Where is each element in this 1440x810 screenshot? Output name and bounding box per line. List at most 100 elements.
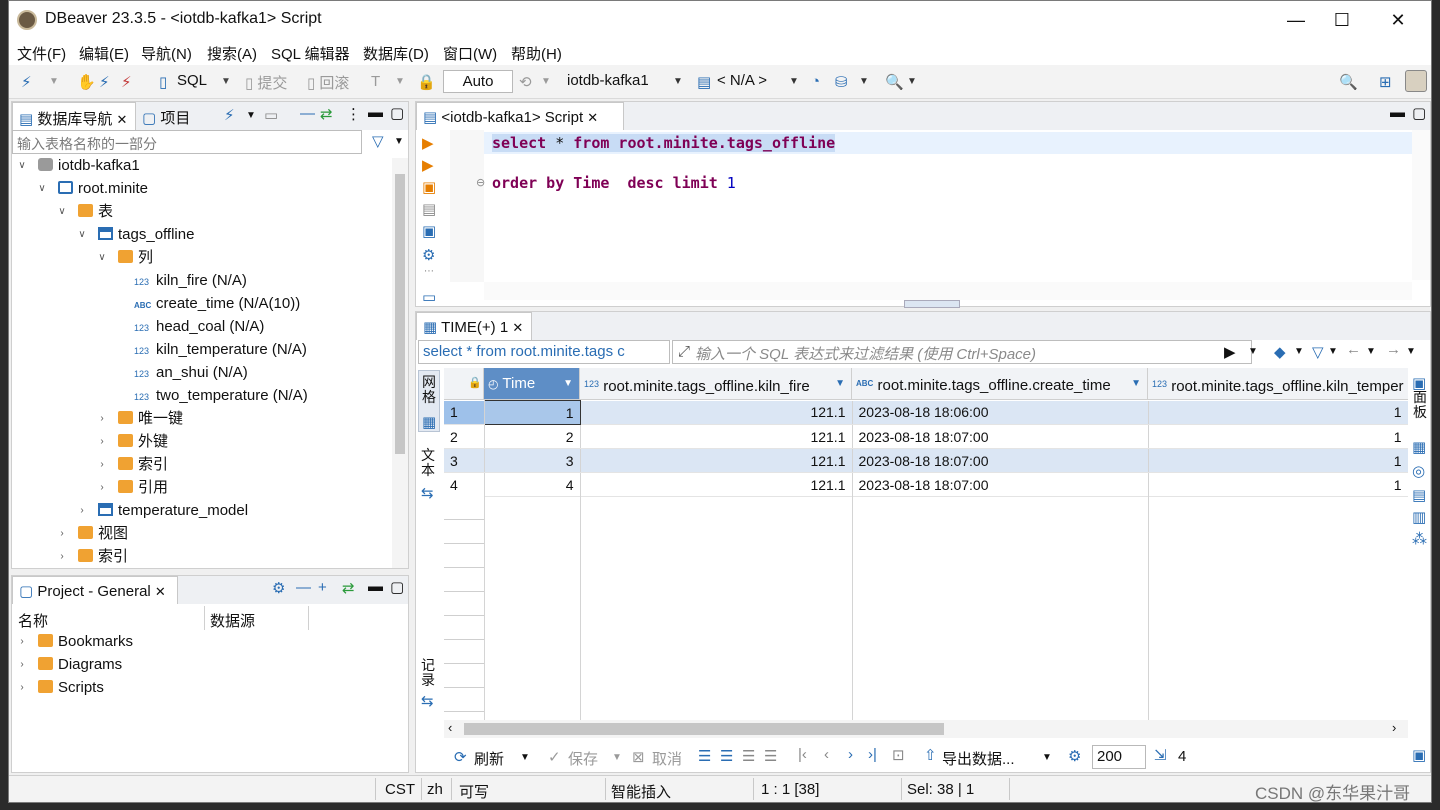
console-icon[interactable]: ▣ xyxy=(422,222,436,240)
expand-icon[interactable]: ∨ xyxy=(76,223,88,246)
column-header-time[interactable]: ◴ Time ▼ xyxy=(484,368,580,400)
maximize-view-icon[interactable]: ▢ xyxy=(390,578,404,596)
chevron-down-icon[interactable]: ▼ xyxy=(520,752,530,763)
cell-kiln-temperature[interactable]: 1 xyxy=(1148,424,1408,449)
tree-node-column[interactable]: 123 an_shui (N/A) xyxy=(134,361,248,384)
maximize-view-icon[interactable]: ▢ xyxy=(390,104,404,122)
search-icon[interactable]: 🔍 xyxy=(1339,73,1358,91)
menu-window[interactable]: 窗口(W) xyxy=(443,43,497,64)
view-record-tab[interactable]: 记录 xyxy=(421,658,435,688)
last-page-icon[interactable]: ›| xyxy=(868,746,877,763)
table-row[interactable]: 4 4 121.1 2023-08-18 18:07:00 1 xyxy=(444,472,1408,497)
row-number[interactable]: 2 xyxy=(444,424,485,449)
link-editor-icon[interactable]: ⇄ xyxy=(320,105,333,123)
next-page-icon[interactable]: › xyxy=(848,746,853,763)
expand-icon[interactable]: › xyxy=(56,522,68,545)
expand-icon[interactable]: › xyxy=(16,653,28,676)
cell-create-time[interactable]: 2023-08-18 18:07:00 xyxy=(852,448,1149,473)
new-connection-icon[interactable]: ⚡ xyxy=(21,73,32,91)
table-row[interactable]: 3 3 121.1 2023-08-18 18:07:00 1 xyxy=(444,448,1408,473)
chevron-down-icon[interactable]: ▼ xyxy=(49,76,59,87)
panel-toggle-icon[interactable]: ▭ xyxy=(422,288,436,306)
export-data-button[interactable]: 导出数据... xyxy=(942,748,1015,769)
delete-row-icon[interactable]: ☰ xyxy=(764,747,777,765)
refresh-button[interactable]: 刷新 xyxy=(474,748,504,769)
maximize-button[interactable]: ☐ xyxy=(1319,1,1365,39)
expand-icon[interactable]: › xyxy=(16,676,28,699)
minimize-view-icon[interactable]: ▬ xyxy=(1390,104,1405,121)
scroll-left-icon[interactable]: ‹ xyxy=(448,720,452,735)
rollback-button[interactable]: ▯ 回滚 xyxy=(307,72,349,93)
scrollbar-thumb[interactable] xyxy=(464,723,944,735)
expand-icon[interactable]: › xyxy=(96,453,108,476)
disconnect-icon[interactable]: ⚡ xyxy=(121,73,132,91)
minimize-view-icon[interactable]: ▬ xyxy=(368,578,383,595)
expand-icon[interactable]: ∨ xyxy=(56,200,68,223)
tree-node-column[interactable]: 123 head_coal (N/A) xyxy=(134,315,264,338)
editor-hscrollbar[interactable] xyxy=(484,282,1412,300)
chevron-down-icon[interactable]: ▼ xyxy=(395,76,405,87)
cancel-button[interactable]: 取消 xyxy=(652,748,682,769)
row-number[interactable]: 4 xyxy=(444,472,485,497)
chevron-down-icon[interactable]: ▼ xyxy=(1406,346,1416,357)
expand-icon[interactable]: › xyxy=(76,499,88,522)
tab-sql-script[interactable]: ▤ <iotdb-kafka1> Script ✕ xyxy=(416,102,624,130)
view-grid-tab[interactable]: 网格 ▦ xyxy=(418,370,440,432)
value-viewer-icon[interactable]: ◎ xyxy=(1412,462,1425,480)
results-hscrollbar[interactable]: ‹ › xyxy=(444,720,1408,738)
close-button[interactable]: ✕ xyxy=(1375,1,1421,39)
chevron-down-icon[interactable]: ▼ xyxy=(1294,346,1304,357)
menu-help[interactable]: 帮助(H) xyxy=(511,43,562,64)
chevron-down-icon[interactable]: ▼ xyxy=(1328,346,1338,357)
fetch-size-input[interactable]: 200 xyxy=(1092,745,1146,769)
menu-database[interactable]: 数据库(D) xyxy=(363,43,429,64)
sql-line-1[interactable]: select * from root.minite.tags_offline xyxy=(492,134,836,152)
new-folder-icon[interactable]: ▭ xyxy=(264,106,278,124)
sort-icon[interactable]: ▼ xyxy=(835,368,845,399)
menu-search[interactable]: 搜索(A) xyxy=(207,43,257,64)
view-text-tab[interactable]: 文本 xyxy=(421,448,435,478)
grid-icon[interactable]: ▦ xyxy=(1412,438,1426,456)
expand-icon[interactable]: ∨ xyxy=(16,154,28,177)
column-header-name[interactable]: 名称 xyxy=(18,610,48,631)
add-row-icon[interactable]: ☰ xyxy=(720,747,733,765)
commit-mode-select[interactable]: Auto xyxy=(443,70,513,93)
minimize-button[interactable]: — xyxy=(1273,1,1319,39)
cell-time[interactable]: 3 xyxy=(484,448,581,473)
metadata-icon[interactable]: ▥ xyxy=(1412,508,1426,526)
column-header-create-time[interactable]: ABC root.minite.tags_offline.create_time… xyxy=(852,368,1148,400)
reconnect-icon[interactable]: ⚡ xyxy=(99,73,110,91)
add-icon[interactable]: + xyxy=(318,579,327,596)
gear-icon[interactable]: ⚙ xyxy=(1068,747,1081,765)
cell-kiln-temperature[interactable]: 1 xyxy=(1148,472,1408,497)
expand-icon[interactable]: › xyxy=(96,476,108,499)
fold-icon[interactable]: ⊖ xyxy=(476,176,485,189)
cell-create-time[interactable]: 2023-08-18 18:06:00 xyxy=(852,400,1149,425)
navigator-scrollbar[interactable] xyxy=(392,158,408,568)
menu-edit[interactable]: 编辑(E) xyxy=(79,43,129,64)
references-icon[interactable]: ⁂ xyxy=(1412,530,1427,548)
expand-icon[interactable]: ∨ xyxy=(96,246,108,269)
panels-tab[interactable]: 面板 xyxy=(1413,390,1427,420)
row-number[interactable]: 3 xyxy=(444,448,485,473)
forward-icon[interactable]: → xyxy=(1386,341,1401,358)
sql-button[interactable]: SQL xyxy=(177,72,207,89)
sort-icon[interactable]: ▼ xyxy=(1131,368,1141,399)
tab-project-general[interactable]: ▢ Project - General ✕ xyxy=(12,576,178,604)
column-header-kiln-fire[interactable]: 123 root.minite.tags_offline.kiln_fire ▼ xyxy=(580,368,852,400)
calendar-icon[interactable]: ▤ xyxy=(1412,486,1426,504)
chevron-down-icon[interactable]: ▼ xyxy=(394,136,404,147)
chevron-down-icon[interactable]: ▼ xyxy=(673,76,683,87)
execute-statement-icon[interactable]: ▶ xyxy=(422,134,434,152)
chevron-down-icon[interactable]: ▼ xyxy=(541,76,551,87)
network-icon[interactable]: ⛁ xyxy=(835,73,848,91)
search-icon[interactable]: 🔍 xyxy=(885,73,904,91)
cell-time[interactable]: 4 xyxy=(484,472,581,497)
tree-node-column[interactable]: 123 two_temperature (N/A) xyxy=(134,384,308,407)
cell-kiln-fire[interactable]: 121.1 xyxy=(580,424,853,449)
back-icon[interactable]: ← xyxy=(1346,341,1361,358)
save-button[interactable]: 保存 xyxy=(568,748,598,769)
active-schema-select[interactable]: < N/A > xyxy=(717,72,767,89)
close-icon[interactable]: ✕ xyxy=(587,110,598,125)
sort-icon[interactable]: ▼ xyxy=(563,368,573,399)
